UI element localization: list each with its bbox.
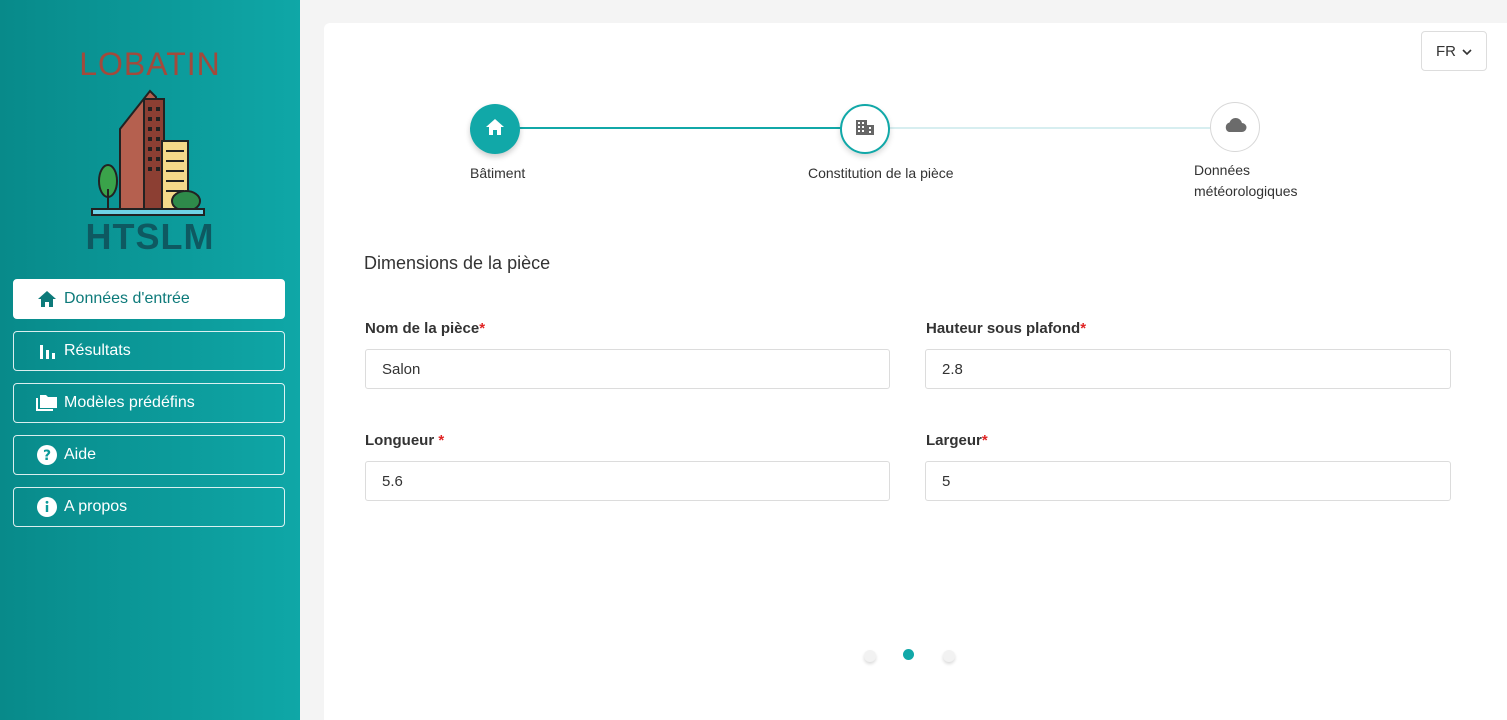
bar-chart-icon (36, 340, 58, 362)
pagination-dots (864, 649, 974, 663)
sidebar-item-label: Aide (64, 446, 97, 463)
ceiling-height-input[interactable]: 2.8 (925, 349, 1451, 389)
language-value: FR (1436, 42, 1456, 60)
required-marker: * (981, 432, 988, 449)
section-title: Dimensions de la pièce (364, 253, 551, 273)
chevron-down-icon (1462, 43, 1472, 60)
room-name-label: Nom de la pièce* (365, 320, 485, 337)
length-label-text: Longueur (365, 432, 439, 449)
sidebar-item-a-propos[interactable]: A propos (13, 487, 285, 527)
step-constitution-piece[interactable] (840, 104, 890, 154)
stepper-line-completed (495, 127, 841, 129)
main-card: FR Bâtiment Constitution de la pièce Don… (324, 23, 1507, 720)
ceiling-height-label: Hauteur sous plafond* (926, 320, 1086, 337)
info-icon (36, 496, 58, 518)
pagination-dot-1[interactable] (864, 650, 876, 662)
cloud-icon (1223, 117, 1247, 138)
building-illustration (91, 89, 205, 216)
room-name-input[interactable]: Salon (365, 349, 890, 389)
stepper-line-pending (890, 127, 1212, 129)
step-batiment-label: Bâtiment (470, 165, 526, 181)
logo-bottom-text: HTSLM (85, 216, 215, 257)
length-label: Longueur * (365, 432, 444, 449)
sidebar-item-resultats[interactable]: Résultats (13, 331, 285, 371)
svg-text:?: ? (43, 448, 51, 464)
ceiling-height-label-text: Hauteur sous plafond (926, 320, 1081, 337)
step-label-line2: météorologiques (1194, 183, 1298, 199)
step-batiment[interactable] (470, 104, 520, 154)
required-marker: * (479, 320, 486, 337)
width-value: 5 (942, 472, 951, 490)
help-icon: ? (36, 444, 58, 466)
sidebar-item-label: Résultats (64, 342, 131, 359)
required-marker: * (1080, 320, 1087, 337)
pagination-dot-3[interactable] (943, 650, 955, 662)
sidebar-item-modeles-predefins[interactable]: Modèles prédéfins (13, 383, 285, 423)
language-select[interactable]: FR (1421, 31, 1487, 71)
step-constitution-piece-label: Constitution de la pièce (808, 165, 954, 181)
ceiling-height-value: 2.8 (942, 360, 963, 378)
home-icon (485, 118, 505, 141)
folder-icon (36, 392, 58, 414)
step-donnees-meteorologiques-label: Données météorologiques (1194, 160, 1298, 202)
room-name-value: Salon (382, 360, 421, 378)
width-label: Largeur* (926, 432, 988, 449)
logo-top-text: LOBATIN (79, 46, 221, 82)
room-name-label-text: Nom de la pièce (365, 320, 480, 337)
pagination-dot-2[interactable] (903, 649, 914, 660)
sidebar-item-aide[interactable]: ? Aide (13, 435, 285, 475)
home-icon (36, 288, 58, 310)
sidebar-item-label: Modèles prédéfins (64, 394, 195, 411)
sidebar-item-label: Données d'entrée (64, 290, 190, 307)
sidebar-item-donnees-entree[interactable]: Données d'entrée (13, 279, 285, 319)
sidebar-item-label: A propos (64, 498, 128, 515)
length-value: 5.6 (382, 472, 403, 490)
sidebar-nav: Données d'entrée Résultats Modèles prédé… (13, 279, 285, 539)
step-donnees-meteorologiques[interactable] (1210, 102, 1260, 152)
sidebar: LOBATIN HTSLM Données d'entrée Résultats… (0, 0, 300, 720)
width-input[interactable]: 5 (925, 461, 1451, 501)
length-input[interactable]: 5.6 (365, 461, 890, 501)
step-label-line1: Données (1194, 162, 1251, 178)
app-logo: LOBATIN HTSLM (70, 44, 230, 259)
building-icon (855, 118, 875, 141)
required-marker: * (438, 432, 445, 449)
width-label-text: Largeur (926, 432, 982, 449)
